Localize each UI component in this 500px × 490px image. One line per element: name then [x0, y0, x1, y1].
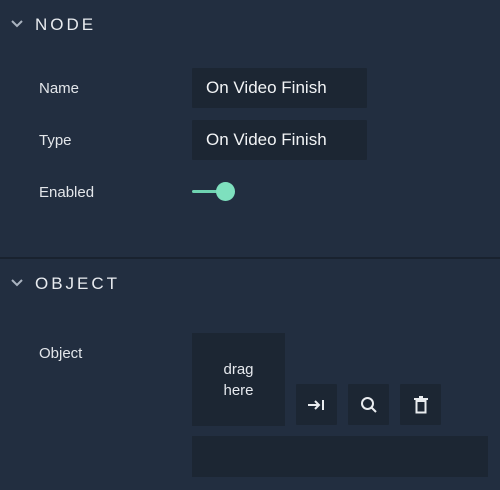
- node-section-header[interactable]: NODE: [0, 0, 500, 50]
- chevron-down-icon[interactable]: [10, 17, 24, 31]
- chevron-down-icon[interactable]: [10, 276, 24, 290]
- type-label: Type: [39, 132, 72, 149]
- assign-object-button[interactable]: [296, 384, 337, 425]
- name-label: Name: [39, 80, 80, 97]
- search-object-button[interactable]: [348, 384, 389, 425]
- drop-zone-text-line2: here: [223, 381, 254, 399]
- delete-object-button[interactable]: [400, 384, 441, 425]
- toggle-knob[interactable]: [216, 182, 235, 201]
- drop-zone-text-line1: drag: [223, 360, 254, 378]
- object-label: Object: [39, 345, 83, 362]
- assign-icon: [307, 399, 324, 410]
- node-section-title: NODE: [35, 15, 97, 34]
- object-panel: OBJECT Object drag here: [0, 259, 500, 490]
- type-input[interactable]: On Video Finish: [192, 120, 367, 160]
- object-drop-zone[interactable]: drag here: [192, 333, 285, 426]
- name-input[interactable]: On Video Finish: [192, 68, 367, 108]
- search-icon: [360, 396, 377, 413]
- trash-icon: [413, 395, 428, 413]
- object-value-field[interactable]: [192, 436, 488, 477]
- enabled-toggle[interactable]: [191, 180, 237, 204]
- object-section-title: OBJECT: [35, 274, 121, 293]
- enabled-label: Enabled: [39, 184, 95, 201]
- object-section-header[interactable]: OBJECT: [0, 259, 500, 309]
- node-panel: NODE Name On Video Finish Type On Video …: [0, 0, 500, 257]
